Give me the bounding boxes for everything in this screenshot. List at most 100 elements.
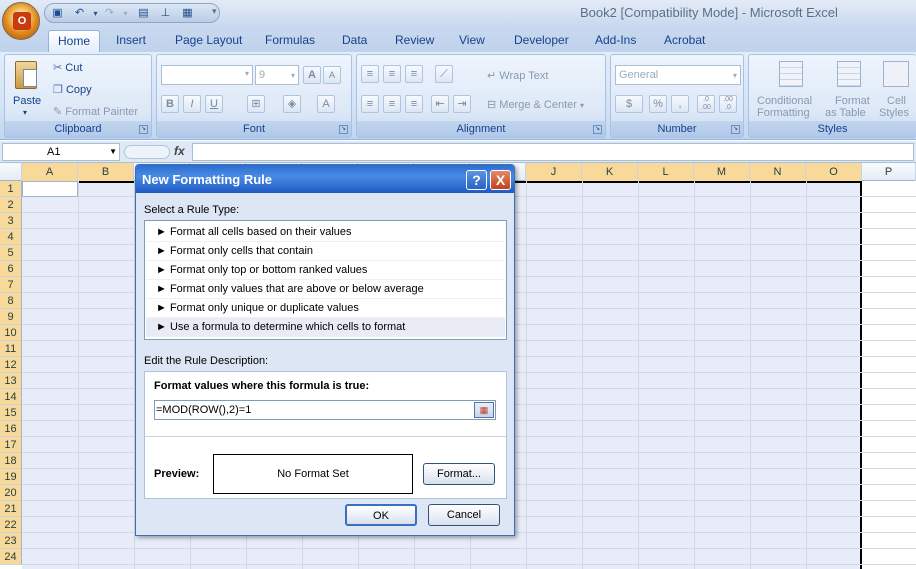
tab-developer[interactable]: Developer [510,30,573,52]
redo-dropdown-icon[interactable]: ▾ [119,7,132,20]
active-cell[interactable] [22,181,78,197]
fill-color-button[interactable]: ◈ [283,95,301,113]
row-header[interactable]: 12 [0,357,22,373]
increase-indent-button[interactable]: ⇥ [453,95,471,113]
undo-dropdown-icon[interactable]: ▾ [89,7,102,20]
tab-formulas[interactable]: Formulas [261,30,319,52]
row-header[interactable]: 4 [0,229,22,245]
align-top-button[interactable]: ≡ [361,65,379,83]
tab-view[interactable]: View [455,30,489,52]
font-name-select[interactable]: ▾ [161,65,253,85]
dialog-title-bar[interactable]: New Formatting Rule ? X [136,165,514,193]
row-header[interactable]: 24 [0,549,22,565]
column-header[interactable]: P [862,163,916,181]
copy-button[interactable]: ❐ Copy [53,83,92,96]
customize-qat-icon[interactable]: ▾ [212,6,217,17]
office-button[interactable]: O [2,2,40,40]
row-header[interactable]: 21 [0,501,22,517]
formula-input[interactable] [192,143,914,161]
cell-styles-button[interactable]: Cell Styles [877,57,916,119]
close-button[interactable]: X [490,170,511,190]
conditional-formatting-button[interactable]: Conditional Formatting [755,57,825,119]
number-format-select[interactable]: General ▾ [615,65,741,85]
help-button[interactable]: ? [466,170,487,190]
row-header[interactable]: 3 [0,213,22,229]
decrease-indent-button[interactable]: ⇤ [431,95,449,113]
grow-font-button[interactable]: A [303,66,321,84]
column-header[interactable]: L [638,163,694,181]
rule-type-item[interactable]: ► Format only unique or duplicate values [146,299,505,318]
paste-dropdown-icon[interactable]: ▾ [23,108,27,117]
rule-type-item[interactable]: ► Format only cells that contain [146,242,505,261]
number-launcher-icon[interactable]: ↘ [731,125,740,134]
align-center-button[interactable]: ≡ [383,95,401,113]
name-box-dropdown-icon[interactable]: ▼ [109,144,117,160]
rule-type-item-selected[interactable]: ► Use a formula to determine which cells… [146,318,505,337]
decrease-decimal-button[interactable]: .00 .0 [719,95,737,113]
tab-data[interactable]: Data [338,30,371,52]
tab-acrobat[interactable]: Acrobat [660,30,709,52]
clipboard-launcher-icon[interactable]: ↘ [139,125,148,134]
row-header[interactable]: 6 [0,261,22,277]
font-launcher-icon[interactable]: ↘ [339,125,348,134]
column-header[interactable]: B [78,163,134,181]
underline-button[interactable]: U [205,95,223,113]
row-header[interactable]: 8 [0,293,22,309]
paste-label[interactable]: Paste [13,95,41,107]
row-header[interactable]: 16 [0,421,22,437]
row-header[interactable]: 18 [0,453,22,469]
alignment-launcher-icon[interactable]: ↘ [593,125,602,134]
calculator-icon[interactable]: ▦ [181,7,194,20]
increase-decimal-button[interactable]: .0 .00 [697,95,715,113]
rule-type-item[interactable]: ► Format only values that are above or b… [146,280,505,299]
rule-type-item[interactable]: ► Format only top or bottom ranked value… [146,261,505,280]
wrap-text-button[interactable]: ↵ Wrap Text [487,69,548,82]
row-header[interactable]: 20 [0,485,22,501]
row-header[interactable]: 14 [0,389,22,405]
font-size-select[interactable]: 9 ▾ [255,65,299,85]
comma-button[interactable]: , [671,95,689,113]
row-header[interactable]: 15 [0,405,22,421]
format-as-table-button[interactable]: Format as Table [825,57,873,119]
merge-center-button[interactable]: ⊟ Merge & Center ▾ [487,98,584,111]
tab-add-ins[interactable]: Add-Ins [591,30,640,52]
row-header[interactable]: 22 [0,517,22,533]
paste-button[interactable] [11,59,41,97]
cut-button[interactable]: ✂ Cut [53,61,82,74]
formula-rule-input[interactable]: =MOD(ROW(),2)=1 [154,400,496,420]
column-header[interactable]: O [806,163,862,181]
row-header[interactable]: 9 [0,309,22,325]
column-header[interactable]: A [22,163,78,181]
font-color-button[interactable]: A [317,95,335,113]
redo-icon[interactable]: ↷ [103,7,116,20]
row-header[interactable]: 7 [0,277,22,293]
align-left-button[interactable]: ≡ [361,95,379,113]
formula-bar-splitter[interactable] [124,145,170,159]
tab-page-layout[interactable]: Page Layout [171,30,246,52]
format-painter-button[interactable]: ✎ Format Painter [53,105,138,118]
collapse-dialog-button[interactable]: ▦ [474,402,494,418]
row-header[interactable]: 19 [0,469,22,485]
name-box[interactable]: A1 ▼ [2,143,120,161]
tab-insert[interactable]: Insert [112,30,150,52]
row-header[interactable]: 2 [0,197,22,213]
rule-type-item[interactable]: ► Format all cells based on their values [146,223,505,242]
borders-button[interactable]: ⊞ [247,95,265,113]
row-header[interactable]: 23 [0,533,22,549]
row-header[interactable]: 5 [0,245,22,261]
ok-button[interactable]: OK [345,504,417,526]
row-header[interactable]: 17 [0,437,22,453]
currency-button[interactable]: $ [615,95,643,113]
italic-button[interactable]: I [183,95,201,113]
column-header[interactable]: J [526,163,582,181]
tab-home[interactable]: Home [48,30,100,52]
align-middle-button[interactable]: ≡ [383,65,401,83]
insert-function-icon[interactable]: fx [174,144,185,158]
undo-icon[interactable]: ↶ [73,7,86,20]
row-header[interactable]: 10 [0,325,22,341]
hierarchy-icon[interactable]: ⊥ [159,7,172,20]
tab-review[interactable]: Review [391,30,438,52]
column-header[interactable]: N [750,163,806,181]
cancel-button[interactable]: Cancel [428,504,500,526]
select-all-corner[interactable] [0,163,22,181]
